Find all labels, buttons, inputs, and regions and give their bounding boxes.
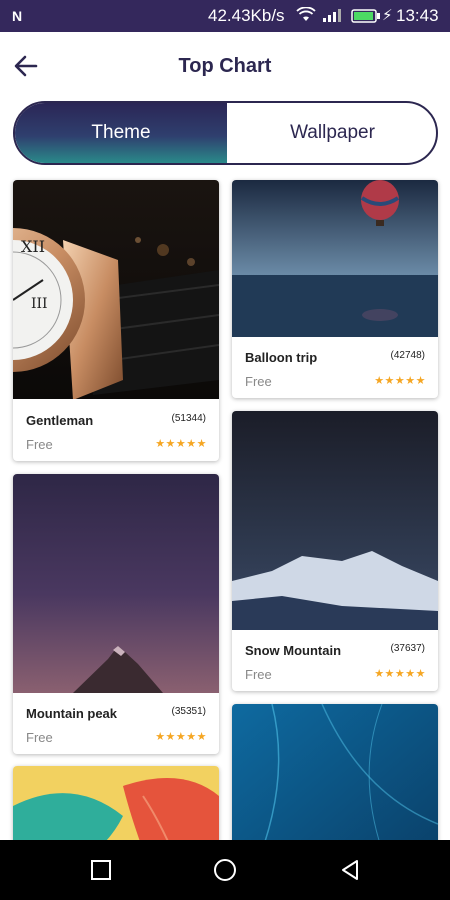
svg-text:XII: XII xyxy=(21,237,45,256)
tab-theme[interactable]: Theme xyxy=(15,103,227,163)
home-icon[interactable] xyxy=(213,858,237,882)
charging-bolt-icon: ⚡ xyxy=(382,7,393,24)
back-triangle-icon[interactable] xyxy=(338,858,362,882)
snow-mountain-image xyxy=(232,411,438,630)
watch-image: XII III xyxy=(13,180,219,399)
status-bar: N 42.43Kb/s ⚡ 13:43 xyxy=(0,0,450,32)
card-title: Gentleman xyxy=(26,413,94,428)
theme-card-balloon-trip[interactable]: Balloon trip (42748) Free ★★★★★ xyxy=(232,180,438,398)
download-count: (51344) xyxy=(171,413,206,424)
star-rating-icon: ★★★★★ xyxy=(155,731,207,743)
recent-apps-icon[interactable] xyxy=(89,858,113,882)
theme-card-mountain-peak[interactable]: Mountain peak (35351) Free ★★★★★ xyxy=(13,474,219,754)
tab-switcher: Theme Wallpaper xyxy=(13,101,438,165)
mountain-peak-image xyxy=(13,474,219,693)
signal-icon xyxy=(323,9,341,22)
clock: 13:43 xyxy=(396,6,439,25)
svg-text:III: III xyxy=(31,296,48,312)
notification-n-icon: N xyxy=(12,8,23,24)
star-rating-icon: ★★★★★ xyxy=(374,668,426,680)
system-nav-bar xyxy=(0,840,450,900)
star-rating-icon: ★★★★★ xyxy=(155,438,207,450)
price-label: Free xyxy=(26,437,53,452)
card-title: Snow Mountain xyxy=(245,643,342,658)
theme-card-gentleman[interactable]: XII III Gentleman (51344) Free ★★★★★ xyxy=(13,180,219,461)
page-title: Top Chart xyxy=(178,55,272,77)
network-speed: 42.43Kb/s xyxy=(208,6,285,25)
theme-card-snow-mountain[interactable]: Snow Mountain (37637) Free ★★★★★ xyxy=(232,411,438,691)
price-label: Free xyxy=(245,374,272,389)
battery-icon xyxy=(351,9,380,23)
app-header: Top Chart xyxy=(0,32,450,100)
balloon-image xyxy=(232,180,438,337)
tab-wallpaper[interactable]: Wallpaper xyxy=(227,103,436,163)
star-rating-icon: ★★★★★ xyxy=(374,375,426,387)
download-count: (42748) xyxy=(390,350,425,361)
price-label: Free xyxy=(245,667,272,682)
card-title: Mountain peak xyxy=(26,706,118,721)
card-title: Balloon trip xyxy=(245,350,318,365)
download-count: (35351) xyxy=(171,706,206,717)
download-count: (37637) xyxy=(390,643,425,654)
wifi-icon xyxy=(296,7,316,21)
price-label: Free xyxy=(26,730,53,745)
